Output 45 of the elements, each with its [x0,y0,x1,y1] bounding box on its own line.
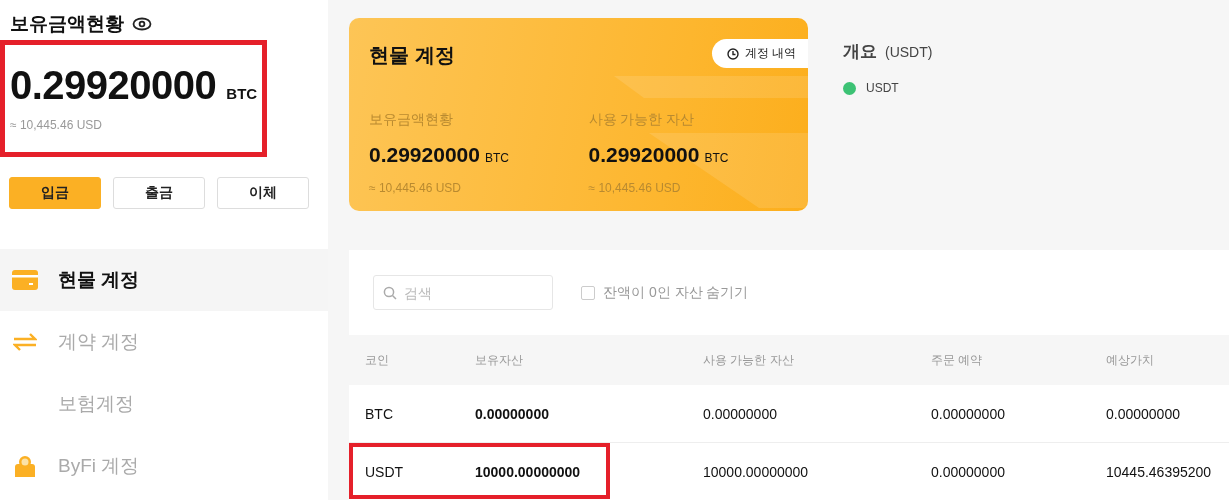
stat-unit: BTC [704,151,729,165]
table-cell-text: BTC [365,405,394,422]
table-cell-text: 0.00000000 [1106,405,1181,422]
history-button[interactable]: 계정 내역 [711,39,808,68]
stat-amount: 0.29920000 [369,143,480,167]
stat-label: 사용 가능한 자산 [588,111,696,129]
table-cell-text: USDT [365,463,405,480]
balance-title: 보유금액현황 [10,12,124,36]
balance-usd: ≈ 10,445.46 USD [10,118,103,132]
legend-label: USDT [866,81,899,95]
stat-unit: BTC [484,151,509,165]
table-cell-text: 0.00000000 [931,405,1006,422]
column-header: 예상가치 [1106,351,1155,369]
stat-label: 보유금액현황 [369,111,454,129]
table-cell-text: 0.00000000 [931,463,1006,480]
swap-icon [13,333,37,351]
column-header: 보유자산 [475,351,524,369]
deposit-button[interactable]: 입금 [9,177,101,209]
card-icon [12,270,38,290]
table-cell-text: 10445.46395200 [1106,463,1213,480]
checkbox-label: 잔액이 0인 자산 숨기기 [603,283,749,302]
table-cell-text: 10000.00000000 [475,463,582,480]
balance-unit: BTC [226,85,258,102]
transfer-button[interactable]: 이체 [217,177,309,209]
checkbox[interactable] [581,285,595,300]
clock-icon [726,47,739,60]
eye-icon[interactable] [132,17,152,31]
overview-unit: (USDT) [885,44,933,60]
card-title: 현물 계정 [369,43,455,68]
stat-amount: 0.29920000 [588,143,700,167]
stat-usd: ≈ 10,445.46 USD [588,181,682,195]
table-cell-text: 0.00000000 [703,405,778,422]
sidebar-item[interactable]: 현물 계정 [0,249,328,311]
table-cell-text: 0.00000000 [475,405,550,422]
column-header: 주문 예약 [931,351,984,369]
withdraw-button[interactable]: 출금 [113,177,205,209]
overview-title: 개요 [843,41,877,63]
search-field[interactable]: 검색 [373,275,553,310]
bag-icon [13,455,37,477]
search-icon [383,286,397,300]
stat-usd: ≈ 10,445.46 USD [369,181,462,195]
table-cell-text: 10000.00000000 [703,463,810,480]
column-header: 코인 [365,351,390,369]
column-header: 사용 가능한 자산 [703,351,795,369]
balance-amount: 0.29920000 [10,63,217,108]
